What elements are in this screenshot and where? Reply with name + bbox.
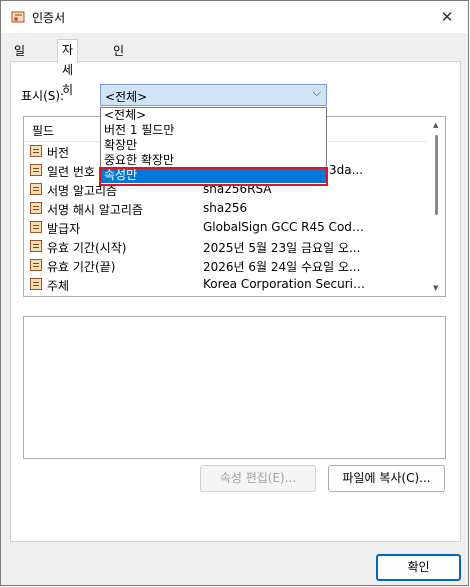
field-value: 3da... xyxy=(329,163,364,177)
table-row[interactable]: 서명 해시 알고리즘 sha256 xyxy=(24,199,429,218)
field-name: 서명 해시 알고리즘 xyxy=(47,203,143,217)
certificate-field-icon xyxy=(30,278,42,290)
scroll-thumb[interactable] xyxy=(435,135,438,215)
ok-button[interactable]: 확인 xyxy=(376,554,461,581)
tab-details[interactable]: 자세히 xyxy=(57,39,79,97)
table-row[interactable]: 유효 기간(끝) 2026년 6월 24일 수요일 오... xyxy=(24,256,429,275)
field-name: 일련 번호 xyxy=(47,165,95,179)
show-selected-value: <전체> xyxy=(105,90,148,104)
vertical-scrollbar[interactable]: ▲ ▼ xyxy=(428,117,445,296)
tab-general[interactable]: 일반 xyxy=(10,41,30,78)
table-row[interactable]: 발급자 GlobalSign GCC R45 CodeS... xyxy=(24,218,429,237)
certificate-field-icon xyxy=(30,164,42,176)
field-name: 주체 xyxy=(47,279,70,293)
scroll-down-icon[interactable]: ▼ xyxy=(433,284,438,292)
field-value: GlobalSign GCC R45 CodeS... xyxy=(203,220,368,234)
field-name: 버전 xyxy=(47,146,70,160)
close-icon: ✕ xyxy=(440,8,454,26)
field-name: 유효 기간(시작) xyxy=(47,241,127,255)
chevron-down-icon: ⌵ xyxy=(312,86,321,99)
edit-properties-button[interactable]: 속성 편집(E)... xyxy=(200,465,316,492)
highlight-box xyxy=(99,167,328,186)
window-title: 인증서 xyxy=(32,11,66,25)
field-value: 2025년 5월 23일 금요일 오... xyxy=(203,241,361,255)
field-value: Korea Corporation Security ... xyxy=(203,277,368,291)
title-bar: 인증서 ✕ xyxy=(1,1,468,33)
dropdown-option-v1-fields[interactable]: 버전 1 필드만 xyxy=(101,123,326,138)
certificate-field-icon xyxy=(30,221,42,233)
certificate-field-icon xyxy=(30,145,42,157)
field-detail-textbox[interactable] xyxy=(23,316,446,459)
table-row[interactable]: 주체 Korea Corporation Security ... xyxy=(24,275,429,294)
field-name: 발급자 xyxy=(47,222,81,236)
show-label: 표시(S): xyxy=(21,89,65,103)
certificate-icon xyxy=(11,11,25,23)
scroll-up-icon[interactable]: ▲ xyxy=(433,121,438,129)
close-button[interactable]: ✕ xyxy=(436,7,458,27)
tab-certification-path[interactable]: 인증 경로 xyxy=(109,41,129,118)
copy-to-file-button[interactable]: 파일에 복사(C)... xyxy=(328,465,445,492)
column-header-field[interactable]: 필드 xyxy=(32,122,54,139)
table-row[interactable]: 유효 기간(시작) 2025년 5월 23일 금요일 오... xyxy=(24,237,429,256)
certificate-field-icon xyxy=(30,240,42,252)
dropdown-option-all[interactable]: <전체> xyxy=(101,108,326,123)
field-name: 유효 기간(끝) xyxy=(47,260,116,274)
show-combobox[interactable]: <전체> ⌵ xyxy=(100,84,327,106)
field-value: sha256 xyxy=(203,201,248,215)
certificate-field-icon xyxy=(30,183,42,195)
dropdown-option-critical-extensions[interactable]: 중요한 확장만 xyxy=(101,153,326,168)
dropdown-option-extensions[interactable]: 확장만 xyxy=(101,138,326,153)
certificate-field-icon xyxy=(30,259,42,271)
field-value: 2026년 6월 24일 수요일 오... xyxy=(203,260,361,274)
certificate-field-icon xyxy=(30,202,42,214)
